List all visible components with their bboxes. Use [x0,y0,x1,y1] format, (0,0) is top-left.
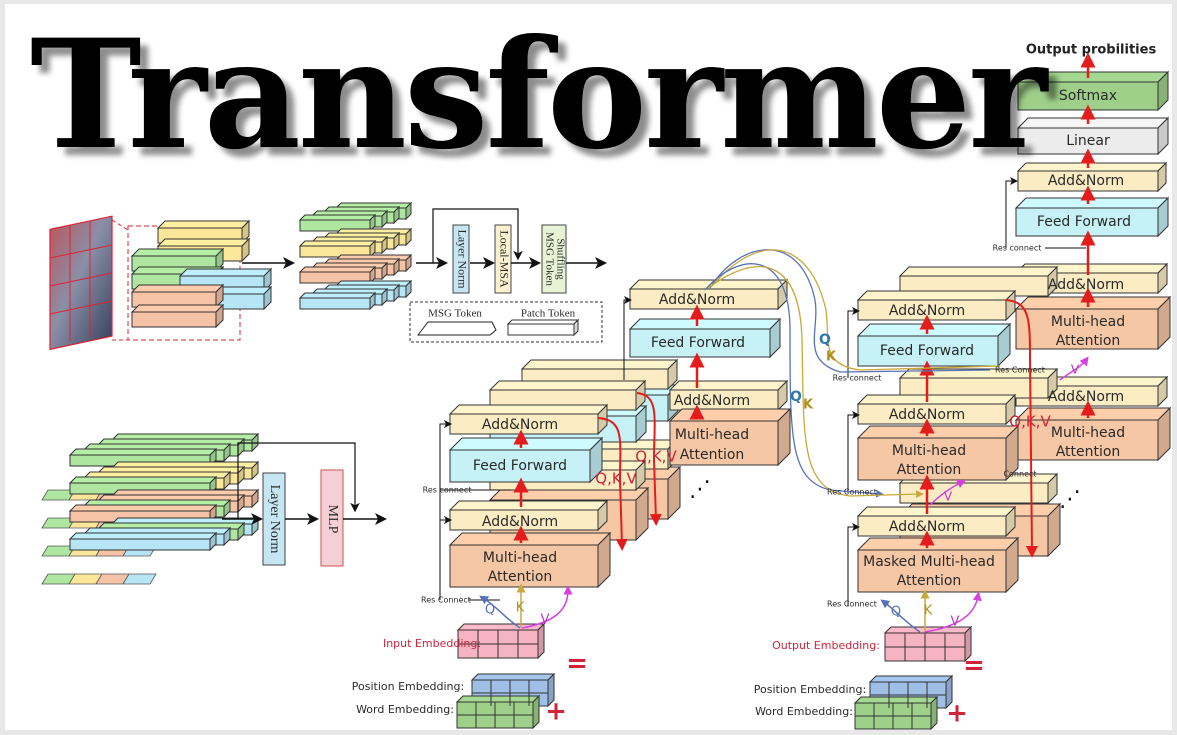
res-connect-label: Res Connect [995,366,1045,375]
res-connect-label: Res Connect [827,600,877,609]
patch-token-bar [130,283,225,309]
residual-connection [1005,177,1018,248]
multi-head-label: Multi-head [1051,425,1125,441]
word-embedding-label: Word Embedding: [755,705,853,718]
residual-connection [847,523,860,606]
masked-multi-head-label: Masked Multi-head [863,554,995,570]
k-label: K [803,398,814,413]
attention-label: Attention [897,462,962,478]
legend-patch-token-label: Patch Token [521,308,576,320]
multi-head-label: Multi-head [1051,314,1125,330]
word-embedding-label: Word Embedding: [356,703,454,716]
patch-token-shape [506,318,580,337]
feed-forward-label: Feed Forward [651,335,745,351]
softmax-label: Softmax [1059,88,1117,104]
v-label: V [951,615,960,630]
diagram-canvas: Output probilities Softmax Linear Add&Norm F… [0,0,1177,735]
attention-label: Attention [1056,444,1121,460]
attention-label: Attention [1056,333,1121,349]
qkv-label: Q,K,V [1009,413,1051,431]
res-connect-label: Res connect [423,486,472,495]
qkv-label: Q,K,V [595,470,637,488]
shuffling-label: Shuffling [554,238,566,280]
output-embedding-label: Output Embedding: [772,639,880,652]
zoom-line [111,219,129,231]
v-label: V [944,490,953,504]
plus-icon: + [545,697,567,727]
add-norm-label: Add&Norm [1048,389,1124,405]
res-connect-label: Res Connect [421,596,471,605]
local-msa-label: Local-MSA [497,230,511,288]
equals-icon: = [566,649,588,679]
msg-token-bar [298,291,377,311]
q-label: Q [891,605,901,620]
attention-label: Attention [488,569,553,585]
attention-label: Attention [897,573,962,589]
output-probabilities-label: Output probilities [1026,43,1157,58]
legend-msg-token-label: MSG Token [428,308,482,320]
multi-head-label: Multi-head [892,443,966,459]
res-connect-label: Connect [1003,470,1036,479]
page-title: Transformer [30,7,1047,183]
q-label: Q [819,332,831,348]
feed-forward-label: Feed Forward [473,458,567,474]
add-norm-label: Add&Norm [482,514,558,530]
k-label: K [516,601,525,616]
residual-connection [847,411,860,493]
linear-label: Linear [1066,133,1110,149]
v-label: V [541,613,550,628]
feed-forward-label: Feed Forward [880,343,974,359]
shuffling-label: MSG Token [543,232,555,286]
residual-connection [439,420,452,600]
k-label: K [826,350,837,365]
position-embedding-label: Position Embedding: [352,680,464,693]
patch-token-bar [130,303,225,329]
add-norm-label: Add&Norm [1048,173,1124,189]
add-norm-label: Add&Norm [889,407,965,423]
k-label: K [924,604,933,619]
input-image-patches [49,215,113,351]
mlp-token-bar [68,531,218,552]
residual-connection [439,516,452,600]
word-embedding-grid [853,695,939,731]
layer-norm-label: Layer Norm [455,230,469,290]
word-embedding-grid [455,694,541,730]
q-label: Q [790,389,802,405]
q-label: Q [485,603,495,618]
mlp-token-segment [122,573,157,585]
attention-label: Attention [680,447,745,463]
equals-icon: = [963,651,985,681]
res-connect-label: Res connect [833,374,882,383]
res-connect-label: Res Connect [827,488,877,497]
mlp-label: MLP [325,505,340,534]
multi-head-label: Multi-head [483,550,557,566]
feed-forward-label: Feed Forward [1037,214,1131,230]
add-norm-label: Add&Norm [1048,277,1124,293]
input-embedding-label: Input Embedding: [383,637,481,650]
position-embedding-label: Position Embedding: [754,683,866,696]
add-norm-label: Add&Norm [674,393,750,409]
v-label: V [1071,363,1080,377]
qkv-label: Q,K,V [635,448,677,466]
plus-icon: + [946,699,968,729]
layer-norm-label: Layer Norm [267,485,282,554]
add-norm-label: Add&Norm [659,292,735,308]
ellipsis-icon: ⋰ [689,477,711,502]
add-norm-label: Add&Norm [482,417,558,433]
add-norm-label: Add&Norm [889,303,965,319]
msg-token-shape [416,321,497,336]
multi-head-label: Multi-head [675,427,749,443]
res-connect-label: Res connect [993,244,1042,253]
ellipsis-icon: ⋰ [1059,487,1081,512]
add-norm-label: Add&Norm [889,519,965,535]
